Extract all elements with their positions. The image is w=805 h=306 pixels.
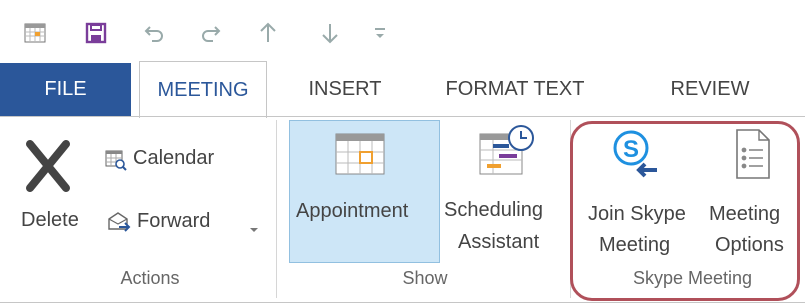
ribbon-bottom-border <box>0 302 805 303</box>
customize-icon[interactable] <box>373 24 387 47</box>
calendar-button[interactable]: Calendar <box>97 147 267 175</box>
calendar-label: Calendar <box>133 147 215 169</box>
down-arrow-icon[interactable] <box>320 22 340 49</box>
delete-button[interactable] <box>24 140 72 197</box>
scheduling-assistant-button[interactable]: Scheduling Assistant <box>440 120 564 261</box>
calendar-icon[interactable] <box>24 22 46 49</box>
tab-review[interactable]: REVIEW <box>660 63 760 116</box>
delete-x-icon <box>24 140 72 196</box>
appointment-grid-icon <box>335 133 387 182</box>
forward-button[interactable]: Forward <box>97 206 267 236</box>
up-arrow-icon[interactable] <box>258 22 278 49</box>
highlight-annotation-ring <box>570 121 800 301</box>
scheduling-clock-icon <box>479 124 539 185</box>
forward-icon <box>107 210 133 237</box>
delete-label: Delete <box>21 209 79 231</box>
scheduling-label-line2: Assistant <box>458 231 540 253</box>
quick-access-toolbar <box>0 0 805 60</box>
ribbon-top-border <box>0 116 805 117</box>
calendar-view-icon <box>105 149 127 176</box>
scheduling-label-line1: Scheduling <box>444 199 543 221</box>
ribbon-tabs: FILE MEETING INSERT FORMAT TEXT REVIEW <box>0 60 805 118</box>
tab-format-text[interactable]: FORMAT TEXT <box>440 63 590 116</box>
save-icon[interactable] <box>85 22 107 49</box>
appointment-button[interactable]: Appointment <box>289 120 440 263</box>
group-divider <box>276 120 277 298</box>
show-group-label: Show <box>402 268 448 288</box>
appointment-label: Appointment <box>296 200 409 222</box>
redo-icon[interactable] <box>200 22 222 49</box>
undo-icon[interactable] <box>143 22 165 49</box>
tab-insert[interactable]: INSERT <box>300 63 390 116</box>
tab-file[interactable]: FILE <box>0 63 131 116</box>
tab-meeting[interactable]: MEETING <box>139 61 267 118</box>
forward-dropdown-icon[interactable] <box>249 220 259 238</box>
forward-label: Forward <box>137 210 211 232</box>
actions-group-label: Actions <box>120 268 180 288</box>
